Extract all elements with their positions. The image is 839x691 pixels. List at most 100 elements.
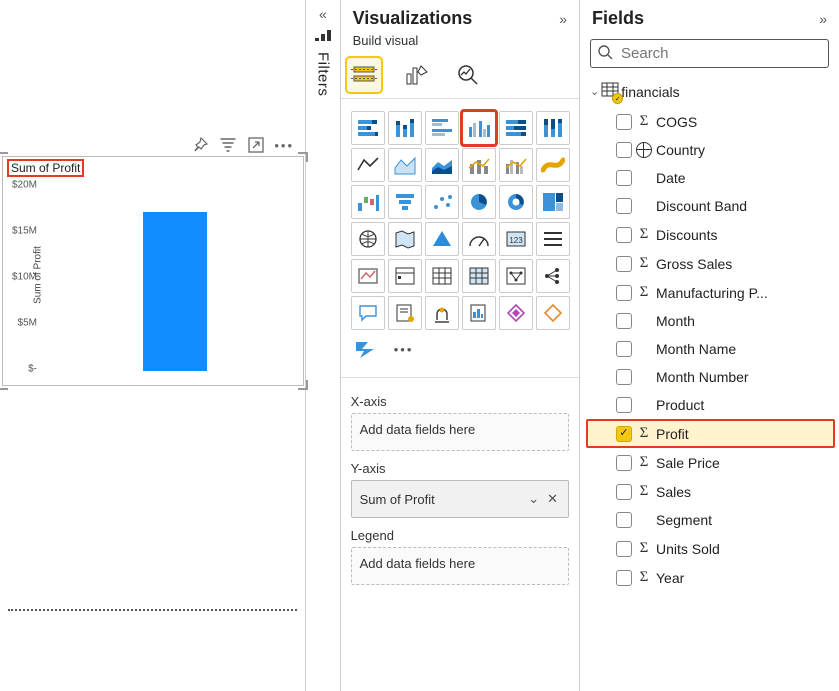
viz-azure-map[interactable] <box>425 222 459 256</box>
remove-field-icon[interactable]: ✕ <box>545 491 560 507</box>
viz-power-automate[interactable] <box>351 333 383 365</box>
viz-line-clustered-column[interactable] <box>499 148 533 182</box>
field-row[interactable]: ΣCOGS <box>586 107 835 136</box>
viz-filled-map[interactable] <box>388 222 422 256</box>
field-checkbox[interactable] <box>616 142 632 158</box>
xaxis-well[interactable]: Add data fields here <box>351 413 569 451</box>
viz-table[interactable] <box>425 259 459 293</box>
field-row[interactable]: ΣManufacturing P... <box>586 278 835 307</box>
viz-decomposition-tree[interactable] <box>536 259 570 293</box>
field-row[interactable]: ΣUnits Sold <box>586 534 835 563</box>
viz-slicer[interactable] <box>388 259 422 293</box>
pin-icon[interactable] <box>191 136 209 154</box>
viz-qa[interactable] <box>351 296 385 330</box>
field-checkbox[interactable] <box>616 313 632 329</box>
yaxis-well[interactable]: Sum of Profit ⌄ ✕ <box>351 480 569 518</box>
chart-visual[interactable]: Sum of Profit Sum of Profit $20M $15M $1… <box>2 156 304 386</box>
chevron-down-icon[interactable]: ⌄ <box>590 85 599 98</box>
field-checkbox[interactable] <box>616 512 632 528</box>
filter-icon[interactable] <box>219 136 237 154</box>
field-row[interactable]: ΣYear <box>586 563 835 592</box>
field-row[interactable]: ΣDiscounts <box>586 220 835 249</box>
viz-funnel[interactable] <box>388 185 422 219</box>
collapse-fields-icon[interactable]: » <box>819 11 827 27</box>
chevron-down-icon[interactable]: ⌄ <box>526 491 541 507</box>
viz-goals[interactable] <box>425 296 459 330</box>
fields-pane: Fields » ⌄ ✓ financials ΣCOGSCountryDate… <box>580 0 839 691</box>
field-row[interactable]: Country <box>586 136 835 164</box>
field-row[interactable]: Discount Band <box>586 192 835 220</box>
resize-handle-bl[interactable] <box>0 380 8 390</box>
field-checkbox[interactable] <box>616 570 632 586</box>
field-checkbox[interactable] <box>616 285 632 301</box>
field-row[interactable]: Month <box>586 307 835 335</box>
viz-matrix[interactable] <box>462 259 496 293</box>
field-checkbox[interactable] <box>616 170 632 186</box>
more-options-icon[interactable]: ••• <box>275 136 293 154</box>
field-checkbox[interactable] <box>616 426 632 442</box>
viz-line[interactable] <box>351 148 385 182</box>
field-row[interactable]: ΣSales <box>586 477 835 506</box>
field-checkbox[interactable] <box>616 541 632 557</box>
viz-stacked-area[interactable] <box>425 148 459 182</box>
yaxis-field[interactable]: Sum of Profit <box>360 492 435 507</box>
viz-r-script[interactable] <box>499 259 533 293</box>
viz-100-stacked-column[interactable] <box>536 111 570 145</box>
field-checkbox[interactable] <box>616 397 632 413</box>
viz-clustered-column[interactable] <box>462 111 496 145</box>
viz-pie[interactable] <box>462 185 496 219</box>
fields-search[interactable] <box>590 39 829 68</box>
resize-handle-br[interactable] <box>298 380 308 390</box>
collapse-visualizations-icon[interactable]: » <box>559 11 567 27</box>
field-row[interactable]: Date <box>586 164 835 192</box>
viz-card[interactable]: 123 <box>499 222 533 256</box>
focus-mode-icon[interactable] <box>247 136 265 154</box>
viz-power-apps[interactable] <box>499 296 533 330</box>
viz-paginated-report[interactable] <box>462 296 496 330</box>
field-checkbox[interactable] <box>616 369 632 385</box>
viz-multi-row-card[interactable] <box>536 222 570 256</box>
search-input[interactable] <box>619 44 822 63</box>
field-checkbox[interactable] <box>616 341 632 357</box>
field-checkbox[interactable] <box>616 484 632 500</box>
field-row[interactable]: Month Number <box>586 363 835 391</box>
field-row[interactable]: ΣProfit <box>586 419 835 448</box>
viz-waterfall[interactable] <box>351 185 385 219</box>
filters-pane-collapsed[interactable]: « Filters <box>306 0 340 691</box>
viz-area[interactable] <box>388 148 422 182</box>
viz-narrative[interactable] <box>388 296 422 330</box>
viz-100-stacked-bar[interactable] <box>499 111 533 145</box>
legend-well[interactable]: Add data fields here <box>351 547 569 585</box>
viz-map[interactable] <box>351 222 385 256</box>
viz-line-stacked-column[interactable] <box>462 148 496 182</box>
field-row[interactable]: Product <box>586 391 835 419</box>
field-checkbox[interactable] <box>616 198 632 214</box>
tab-analytics[interactable] <box>451 58 485 92</box>
bar[interactable] <box>143 212 207 371</box>
field-checkbox[interactable] <box>616 256 632 272</box>
viz-scatter[interactable] <box>425 185 459 219</box>
tab-build-visual[interactable] <box>347 58 381 92</box>
viz-treemap[interactable] <box>536 185 570 219</box>
viz-stacked-bar[interactable] <box>351 111 385 145</box>
viz-clustered-bar[interactable] <box>425 111 459 145</box>
viz-gauge[interactable] <box>462 222 496 256</box>
resize-handle-tr[interactable] <box>298 152 308 162</box>
field-row[interactable]: ΣGross Sales <box>586 249 835 278</box>
field-checkbox[interactable] <box>616 227 632 243</box>
viz-python[interactable] <box>536 296 570 330</box>
expand-filters-icon[interactable]: « <box>319 6 327 22</box>
viz-kpi[interactable] <box>351 259 385 293</box>
tab-format-visual[interactable] <box>399 58 433 92</box>
field-row[interactable]: Segment <box>586 506 835 534</box>
field-checkbox[interactable] <box>616 114 632 130</box>
viz-donut[interactable] <box>499 185 533 219</box>
field-checkbox[interactable] <box>616 455 632 471</box>
viz-stacked-column[interactable] <box>388 111 422 145</box>
viz-ribbon[interactable] <box>536 148 570 182</box>
field-row[interactable]: ΣSale Price <box>586 448 835 477</box>
table-node[interactable]: ⌄ ✓ financials <box>586 76 835 107</box>
report-canvas[interactable]: ••• Sum of Profit Sum of Profit $20M $15… <box>0 0 306 691</box>
viz-more-visuals[interactable]: ••• <box>388 333 420 365</box>
field-row[interactable]: Month Name <box>586 335 835 363</box>
